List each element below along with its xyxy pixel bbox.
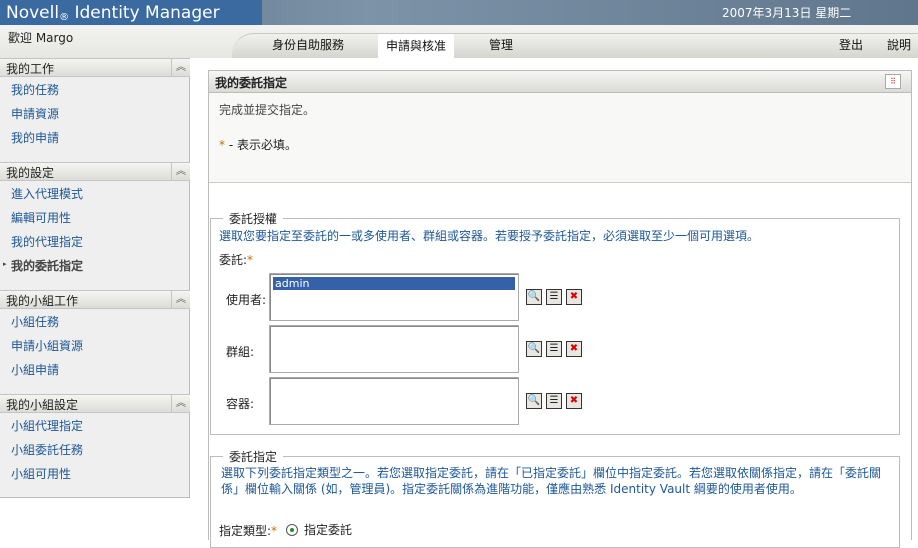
sidebar-item-team-requests[interactable]: 小組申請 — [11, 361, 59, 378]
type-label: 指定類型:* — [219, 524, 278, 538]
sidebar-item-my-requests[interactable]: 我的申請 — [11, 129, 59, 146]
sidebar-item-team-availability[interactable]: 小組可用性 — [11, 465, 71, 482]
panel-menu-icon[interactable]: ⠿ — [885, 74, 901, 89]
item-label: 我的委託指定 — [11, 259, 84, 273]
required-note: * - 表示必填。 — [219, 138, 297, 152]
groups-listbox[interactable] — [269, 325, 519, 373]
sidebar-item-edit-availability[interactable]: 編輯可用性 — [11, 209, 71, 226]
sidebar-item-my-tasks[interactable]: 我的任務 — [11, 81, 59, 98]
app-logo: Novell® Identity Manager — [0, 0, 262, 25]
sidebar-item-proxy-mode[interactable]: 進入代理模式 — [11, 185, 83, 202]
history-list-icon[interactable]: ☰ — [546, 289, 562, 305]
current-date: 2007年3月13日 星期二 — [722, 6, 852, 20]
search-icon[interactable]: 🔍 — [526, 289, 542, 305]
section-my-settings: 我的設定 ︽ — [0, 162, 190, 181]
sidebar-item-my-delegate[interactable]: ▸ 我的委託指定 — [3, 257, 84, 274]
section-title: 我的小組工作 — [6, 294, 79, 308]
grant-help: 選取您要指定至委託的一或多使用者、群組或容器。若要授予委託指定，必須選取至少一個… — [219, 229, 760, 243]
sidebar-item-request-resource[interactable]: 申請資源 — [11, 105, 59, 122]
collapse-icon[interactable]: ︽ — [171, 163, 190, 180]
welcome-text: 歡迎 Margo — [8, 31, 74, 45]
logout-link[interactable]: 登出 — [839, 36, 863, 53]
assign-help: 選取下列委託指定類型之一。若您選取指定委託，請在「已指定委託」欄位中指定委託。若… — [221, 466, 882, 496]
tab-self-service[interactable]: 身份自助服務 — [272, 36, 344, 53]
specified-delegate-radio[interactable] — [286, 524, 298, 536]
grant-legend: 委託授權 — [229, 212, 278, 226]
sidebar: 我的工作 ︽ 我的任務 申請資源 我的申請 我的設定 ︽ 進入代理模式 編輯可用性 … — [0, 58, 190, 498]
collapse-icon[interactable]: ︽ — [171, 395, 190, 412]
sidebar-item-team-delegate[interactable]: 小組委託任務 — [11, 441, 83, 458]
section-my-work: 我的工作 ︽ — [0, 58, 190, 77]
groups-label: 群組: — [226, 345, 255, 359]
section-title: 我的工作 — [6, 62, 55, 76]
tab-administration[interactable]: 管理 — [489, 36, 513, 53]
sidebar-item-team-tasks[interactable]: 小組任務 — [11, 313, 59, 330]
users-label: 使用者: — [226, 293, 267, 307]
help-link[interactable]: 說明 — [887, 36, 911, 53]
tab-requests-approvals[interactable]: 申請與核准 — [378, 34, 454, 58]
clear-icon[interactable]: ✖ — [566, 341, 582, 357]
collapse-icon[interactable]: ︽ — [171, 59, 190, 76]
users-listbox[interactable]: admin — [269, 273, 519, 321]
sidebar-item-my-proxy[interactable]: 我的代理指定 — [11, 233, 83, 250]
clear-icon[interactable]: ✖ — [566, 289, 582, 305]
specified-delegate-option[interactable]: 指定委託 — [304, 521, 352, 538]
panel-title: 我的委託指定 — [209, 71, 911, 93]
clear-icon[interactable]: ✖ — [566, 393, 582, 409]
history-list-icon[interactable]: ☰ — [546, 393, 562, 409]
list-item[interactable]: admin — [273, 277, 515, 290]
sidebar-item-team-resources[interactable]: 申請小組資源 — [11, 337, 83, 354]
containers-listbox[interactable] — [269, 377, 519, 425]
assign-legend: 委託指定 — [229, 450, 278, 464]
intro-text: 完成並提交指定。 — [219, 103, 316, 117]
section-team-settings: 我的小組設定 ︽ — [0, 394, 190, 413]
section-title: 我的小組設定 — [6, 398, 79, 412]
collapse-icon[interactable]: ︽ — [171, 291, 190, 308]
search-icon[interactable]: 🔍 — [526, 341, 542, 357]
search-icon[interactable]: 🔍 — [526, 393, 542, 409]
delegate-label: 委託:* — [219, 253, 254, 267]
section-team-work: 我的小組工作 ︽ — [0, 290, 190, 309]
section-title: 我的設定 — [6, 166, 55, 180]
containers-label: 容器: — [226, 397, 255, 411]
current-marker-icon: ▸ — [3, 260, 7, 268]
panel-description: 完成並提交指定。 * - 表示必填。 — [209, 93, 911, 183]
sidebar-item-team-proxy[interactable]: 小組代理指定 — [11, 417, 83, 434]
history-list-icon[interactable]: ☰ — [546, 341, 562, 357]
